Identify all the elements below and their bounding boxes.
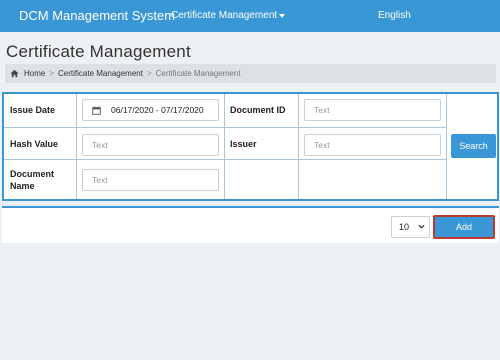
search-button[interactable]: Search (451, 134, 496, 158)
grid-line (446, 94, 447, 199)
caret-down-icon (279, 13, 286, 18)
document-id-input[interactable]: Text (304, 99, 441, 121)
grid-line (298, 94, 299, 199)
grid-line (76, 94, 77, 199)
calendar-icon (92, 105, 101, 115)
breadcrumb-home[interactable]: Home (24, 69, 45, 78)
breadcrumb: Home > Certificate Management > Certific… (5, 64, 496, 83)
search-form: Issue Date 06/17/2020 - 07/17/2020 Docum… (2, 92, 499, 201)
grid-line (4, 127, 446, 128)
page-size-value: 10 (399, 222, 410, 232)
menu-label: Certificate Management (171, 10, 278, 21)
document-name-label-line1: Document (10, 169, 55, 179)
issue-date-value: 06/17/2020 - 07/17/2020 (111, 105, 204, 115)
hash-value-label: Hash Value (10, 139, 59, 149)
breadcrumb-separator: > (146, 69, 152, 78)
document-name-input[interactable]: Text (82, 169, 219, 191)
top-navbar: DCM Management System Certificate Manage… (0, 0, 500, 32)
issue-date-label: Issue Date (10, 105, 56, 115)
issue-date-range-input[interactable]: 06/17/2020 - 07/17/2020 (82, 99, 219, 121)
page-size-select[interactable]: 10 (391, 216, 430, 238)
certificate-management-menu[interactable]: Certificate Management (171, 10, 286, 21)
language-selector[interactable]: English (378, 10, 411, 21)
app-brand[interactable]: DCM Management System (19, 8, 175, 23)
document-id-label: Document ID (230, 105, 286, 115)
hash-value-input[interactable]: Text (82, 134, 219, 156)
breadcrumb-section[interactable]: Certificate Management (58, 69, 143, 78)
page-title: Certificate Management (6, 42, 191, 61)
grid-line (224, 94, 225, 199)
issuer-input[interactable]: Text (304, 134, 441, 156)
grid-line (4, 159, 446, 160)
home-icon (10, 69, 19, 78)
issuer-label: Issuer (230, 139, 257, 149)
add-button[interactable]: Add (433, 215, 495, 239)
chevron-down-icon (418, 224, 425, 229)
breadcrumb-separator: > (49, 69, 55, 78)
breadcrumb-current: Certificate Management (155, 69, 241, 78)
results-toolbar: 10 Add (2, 206, 499, 243)
document-name-label: Document Name (10, 168, 54, 192)
document-name-label-line2: Name (10, 181, 35, 191)
